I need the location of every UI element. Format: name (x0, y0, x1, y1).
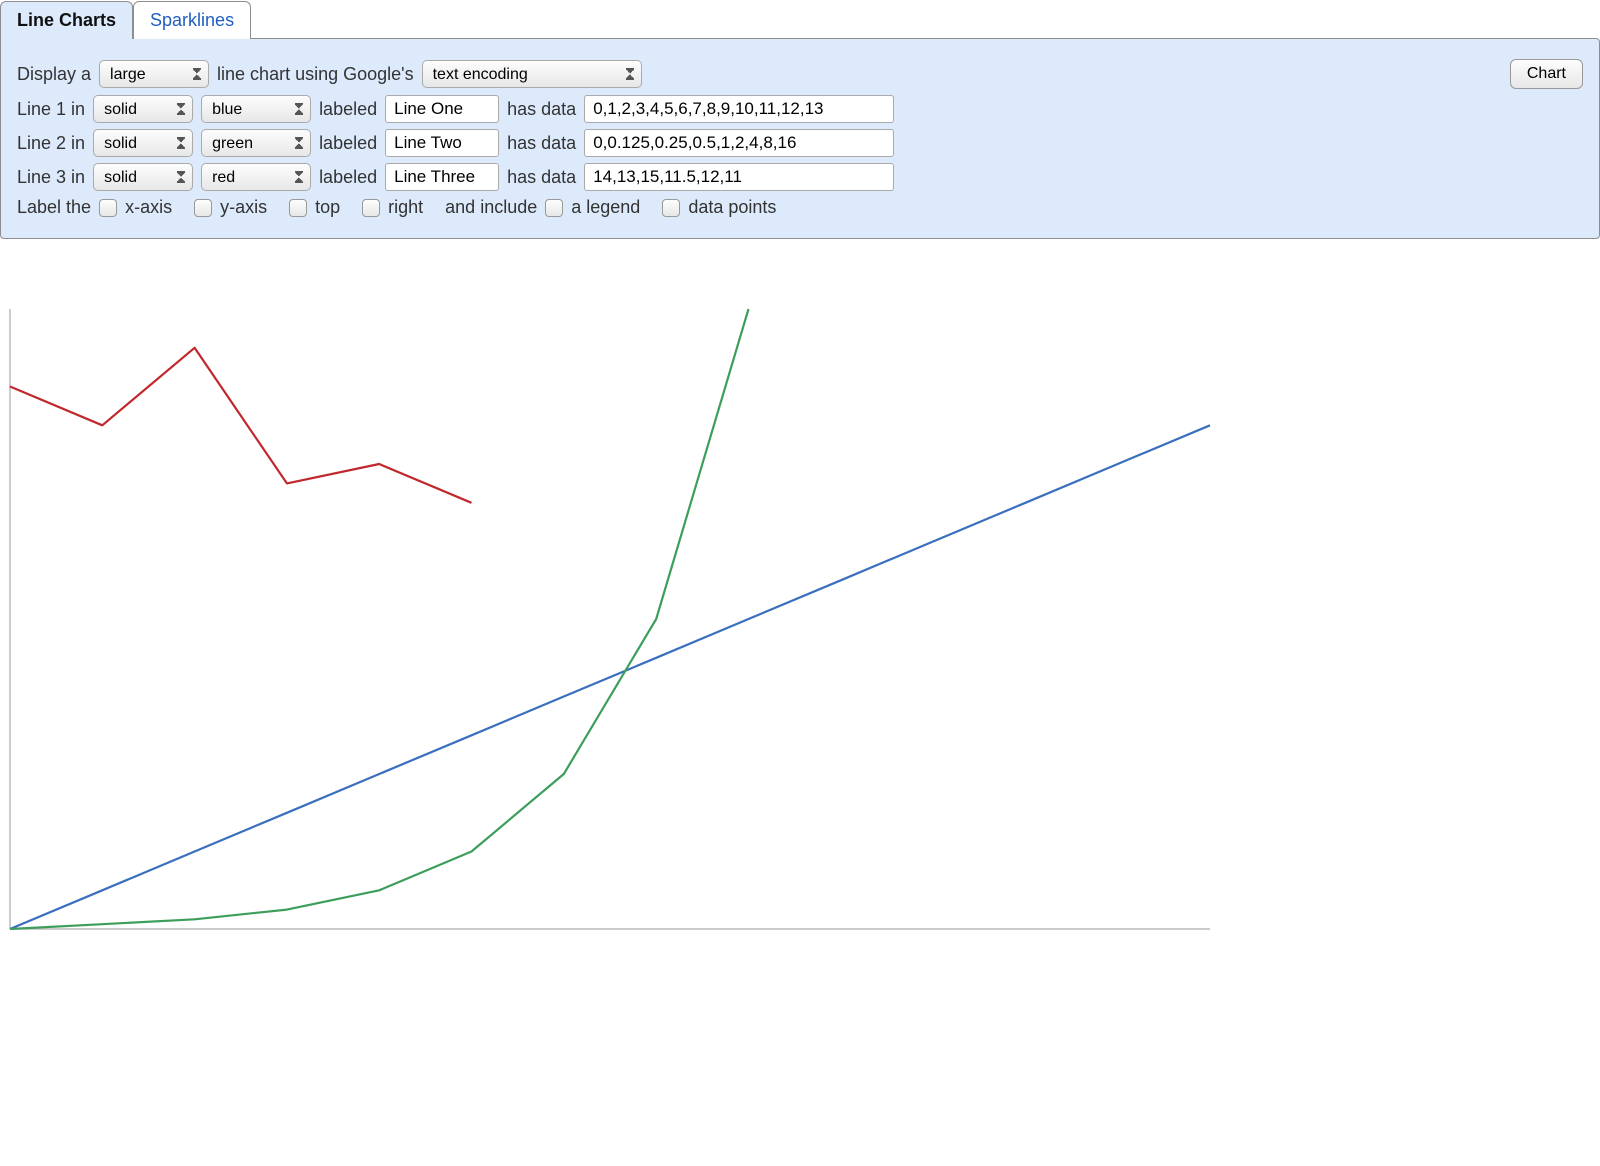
line2-data-input[interactable] (584, 129, 894, 157)
line-chart-svg (0, 299, 1220, 939)
line3-prefix: Line 3 in (17, 167, 85, 188)
line1-labeled: labeled (319, 99, 377, 120)
top-label: top (315, 197, 340, 218)
and-include-label: and include (445, 197, 537, 218)
line3-hasdata: has data (507, 167, 576, 188)
axis-prefix: Label the (17, 197, 91, 218)
datapoints-label: data points (688, 197, 776, 218)
line2-row: Line 2 in solid green labeled has data (17, 129, 1583, 157)
xaxis-label: x-axis (125, 197, 172, 218)
tab-sparklines[interactable]: Sparklines (133, 1, 251, 39)
line1-data-input[interactable] (584, 95, 894, 123)
legend-checkbox[interactable] (545, 199, 563, 217)
line2-label-input[interactable] (385, 129, 499, 157)
line1-color-select[interactable]: blue (201, 95, 311, 123)
line2-style-select[interactable]: solid (93, 129, 193, 157)
line3-row: Line 3 in solid red labeled has data (17, 163, 1583, 191)
line1-row: Line 1 in solid blue labeled has data (17, 95, 1583, 123)
line1-style-select[interactable]: solid (93, 95, 193, 123)
right-checkbox[interactable] (362, 199, 380, 217)
tab-bar: Line Charts Sparklines (0, 0, 1600, 38)
size-select[interactable]: large (99, 60, 209, 88)
datapoints-checkbox[interactable] (662, 199, 680, 217)
right-label: right (388, 197, 423, 218)
line1-hasdata: has data (507, 99, 576, 120)
line3-color-select[interactable]: red (201, 163, 311, 191)
line2-hasdata: has data (507, 133, 576, 154)
line1-prefix: Line 1 in (17, 99, 85, 120)
xaxis-checkbox[interactable] (99, 199, 117, 217)
axis-row: Label the x-axis y-axis top right and in… (17, 197, 1583, 218)
display-middle: line chart using Google's (217, 64, 414, 85)
line3-data-input[interactable] (584, 163, 894, 191)
line2-color-select[interactable]: green (201, 129, 311, 157)
chart-output (0, 299, 1220, 939)
display-prefix: Display a (17, 64, 91, 85)
line3-label-input[interactable] (385, 163, 499, 191)
line2-prefix: Line 2 in (17, 133, 85, 154)
chart-button[interactable]: Chart (1510, 59, 1583, 89)
legend-label: a legend (571, 197, 640, 218)
yaxis-label: y-axis (220, 197, 267, 218)
top-checkbox[interactable] (289, 199, 307, 217)
controls-panel: Display a large line chart using Google'… (0, 38, 1600, 239)
encoding-select[interactable]: text encoding (422, 60, 642, 88)
display-row: Display a large line chart using Google'… (17, 59, 1583, 89)
line1-label-input[interactable] (385, 95, 499, 123)
line3-labeled: labeled (319, 167, 377, 188)
tab-line-charts[interactable]: Line Charts (0, 1, 133, 39)
line3-style-select[interactable]: solid (93, 163, 193, 191)
line2-labeled: labeled (319, 133, 377, 154)
yaxis-checkbox[interactable] (194, 199, 212, 217)
